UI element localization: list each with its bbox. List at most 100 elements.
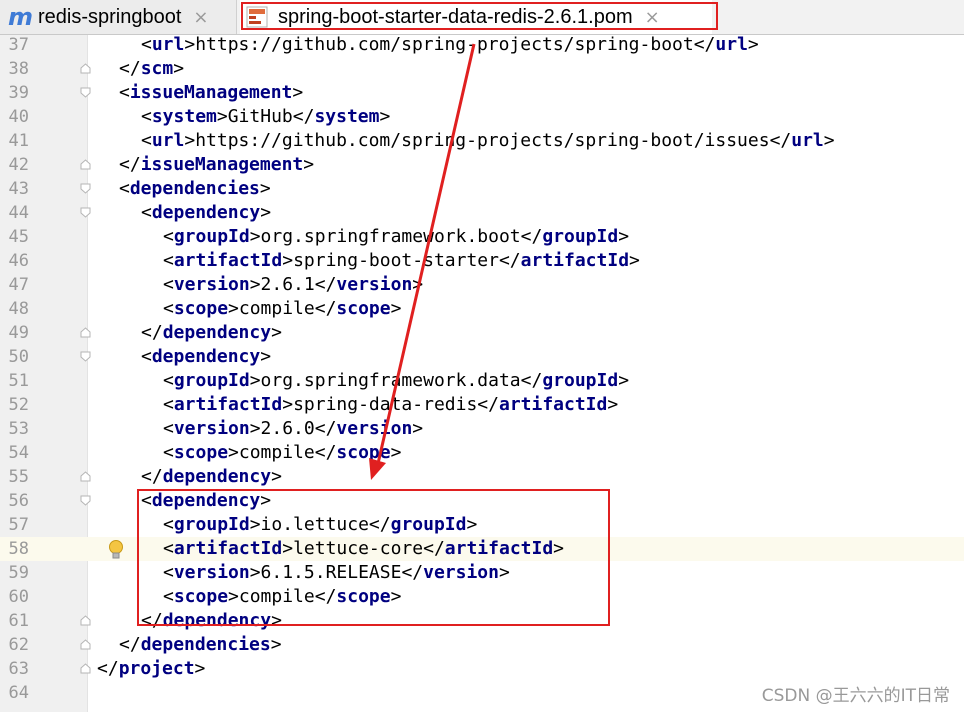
tag-bracket: </ — [770, 130, 792, 151]
tag-bracket: </ — [315, 274, 337, 295]
tag-bracket: < — [141, 202, 152, 223]
fold-start-icon[interactable] — [80, 183, 91, 194]
tag-name: issueManagement — [141, 154, 304, 175]
code-line[interactable]: 37<url>https://github.com/spring-project… — [0, 33, 964, 57]
fold-end-icon[interactable] — [80, 639, 91, 650]
code-line[interactable]: 43<dependencies> — [0, 177, 964, 201]
code-line[interactable]: 44<dependency> — [0, 201, 964, 225]
line-number: 55 — [0, 465, 29, 489]
tag-bracket: > — [260, 346, 271, 367]
code-line[interactable]: 54<scope>compile</scope> — [0, 441, 964, 465]
tag-bracket: > — [412, 418, 423, 439]
text-content: 2.6.1 — [261, 274, 315, 295]
fold-end-icon[interactable] — [80, 159, 91, 170]
code-line[interactable]: 50<dependency> — [0, 345, 964, 369]
tag-name: url — [152, 130, 185, 151]
tag-bracket: > — [250, 274, 261, 295]
maven-m-icon: m — [8, 5, 34, 29]
code-line[interactable]: 46<artifactId>spring-boot-starter</artif… — [0, 249, 964, 273]
tab-redis-springboot[interactable]: m redis-springboot × — [0, 0, 237, 34]
code-line[interactable]: 55</dependency> — [0, 465, 964, 489]
tag-name: dependencies — [141, 634, 271, 655]
line-number: 62 — [0, 633, 29, 657]
code-line[interactable]: 40 <system>GitHub</system> — [0, 105, 964, 129]
tag-bracket: < — [141, 130, 152, 151]
text-content: org.springframework.boot — [261, 226, 521, 247]
code-line[interactable]: 45<groupId>org.springframework.boot</gro… — [0, 225, 964, 249]
line-number: 57 — [0, 513, 29, 537]
fold-start-icon[interactable] — [80, 87, 91, 98]
tag-bracket: < — [119, 82, 130, 103]
tag-bracket: > — [629, 250, 640, 271]
code-line[interactable]: 62</dependencies> — [0, 633, 964, 657]
code-line[interactable]: 41<url>https://github.com/spring-project… — [0, 129, 964, 153]
text-content: compile — [239, 442, 315, 463]
code-line[interactable]: 38</scm> — [0, 57, 964, 81]
tag-bracket: < — [163, 442, 174, 463]
line-number: 58 — [0, 537, 29, 561]
tag-name: url — [791, 130, 824, 151]
tag-name: groupId — [542, 370, 618, 391]
fold-end-icon[interactable] — [80, 615, 91, 626]
tag-bracket: > — [184, 130, 195, 151]
line-number: 50 — [0, 345, 29, 369]
tag-bracket: </ — [119, 634, 141, 655]
tag-bracket: > — [228, 442, 239, 463]
tag-bracket: </ — [119, 154, 141, 175]
code-text: <scope>compile</scope> — [163, 297, 401, 321]
line-number: 45 — [0, 225, 29, 249]
tag-bracket: < — [163, 394, 174, 415]
tag-bracket: < — [163, 298, 174, 319]
annotation-dependency-box — [137, 489, 610, 626]
tab-pom-file[interactable]: spring-boot-starter-data-redis-2.6.1.pom… — [240, 0, 712, 34]
tag-name: scm — [141, 58, 174, 79]
line-number: 38 — [0, 57, 29, 81]
fold-end-icon[interactable] — [80, 327, 91, 338]
fold-start-icon[interactable] — [80, 351, 91, 362]
tag-bracket: </ — [141, 322, 163, 343]
editor-tab-bar: m redis-springboot × spring-boot-starter… — [0, 0, 964, 35]
code-line[interactable]: 53<version>2.6.0</version> — [0, 417, 964, 441]
code-text: <system>GitHub</system> — [141, 105, 390, 129]
tag-name: version — [174, 274, 250, 295]
tag-name: issueManagement — [130, 82, 293, 103]
tag-name: system — [314, 106, 379, 127]
tag-bracket: > — [260, 202, 271, 223]
tag-bracket: > — [607, 394, 618, 415]
tag-bracket: > — [824, 130, 835, 151]
fold-end-icon[interactable] — [80, 471, 91, 482]
tag-name: scope — [174, 298, 228, 319]
tag-name: scope — [336, 298, 390, 319]
line-number: 59 — [0, 561, 29, 585]
fold-end-icon[interactable] — [80, 63, 91, 74]
close-icon[interactable]: × — [645, 7, 660, 28]
tag-bracket: </ — [521, 370, 543, 391]
tag-name: url — [152, 34, 185, 55]
code-text: <artifactId>spring-data-redis</artifactI… — [163, 393, 618, 417]
code-line[interactable]: 47<version>2.6.1</version> — [0, 273, 964, 297]
tag-name: dependency — [163, 466, 271, 487]
tag-bracket: > — [271, 322, 282, 343]
code-line[interactable]: 42</issueManagement> — [0, 153, 964, 177]
code-line[interactable]: 39<issueManagement> — [0, 81, 964, 105]
tag-name: artifactId — [174, 394, 282, 415]
code-line[interactable]: 52<artifactId>spring-data-redis</artifac… — [0, 393, 964, 417]
tag-name: scope — [336, 442, 390, 463]
code-line[interactable]: 63</project> — [0, 657, 964, 681]
fold-start-icon[interactable] — [80, 207, 91, 218]
tag-name: project — [119, 658, 195, 679]
code-text: <version>2.6.0</version> — [163, 417, 423, 441]
code-line[interactable]: 49</dependency> — [0, 321, 964, 345]
code-line[interactable]: 51<groupId>org.springframework.data</gro… — [0, 369, 964, 393]
tag-bracket: > — [303, 154, 314, 175]
close-icon[interactable]: × — [193, 7, 208, 28]
intention-bulb-icon[interactable] — [106, 539, 126, 561]
line-number: 40 — [0, 105, 29, 129]
fold-start-icon[interactable] — [80, 495, 91, 506]
tag-name: version — [174, 418, 250, 439]
tag-name: system — [152, 106, 217, 127]
code-line[interactable]: 48<scope>compile</scope> — [0, 297, 964, 321]
text-content: spring-boot-starter — [293, 250, 499, 271]
code-text: <artifactId>spring-boot-starter</artifac… — [163, 249, 640, 273]
fold-end-icon[interactable] — [80, 663, 91, 674]
